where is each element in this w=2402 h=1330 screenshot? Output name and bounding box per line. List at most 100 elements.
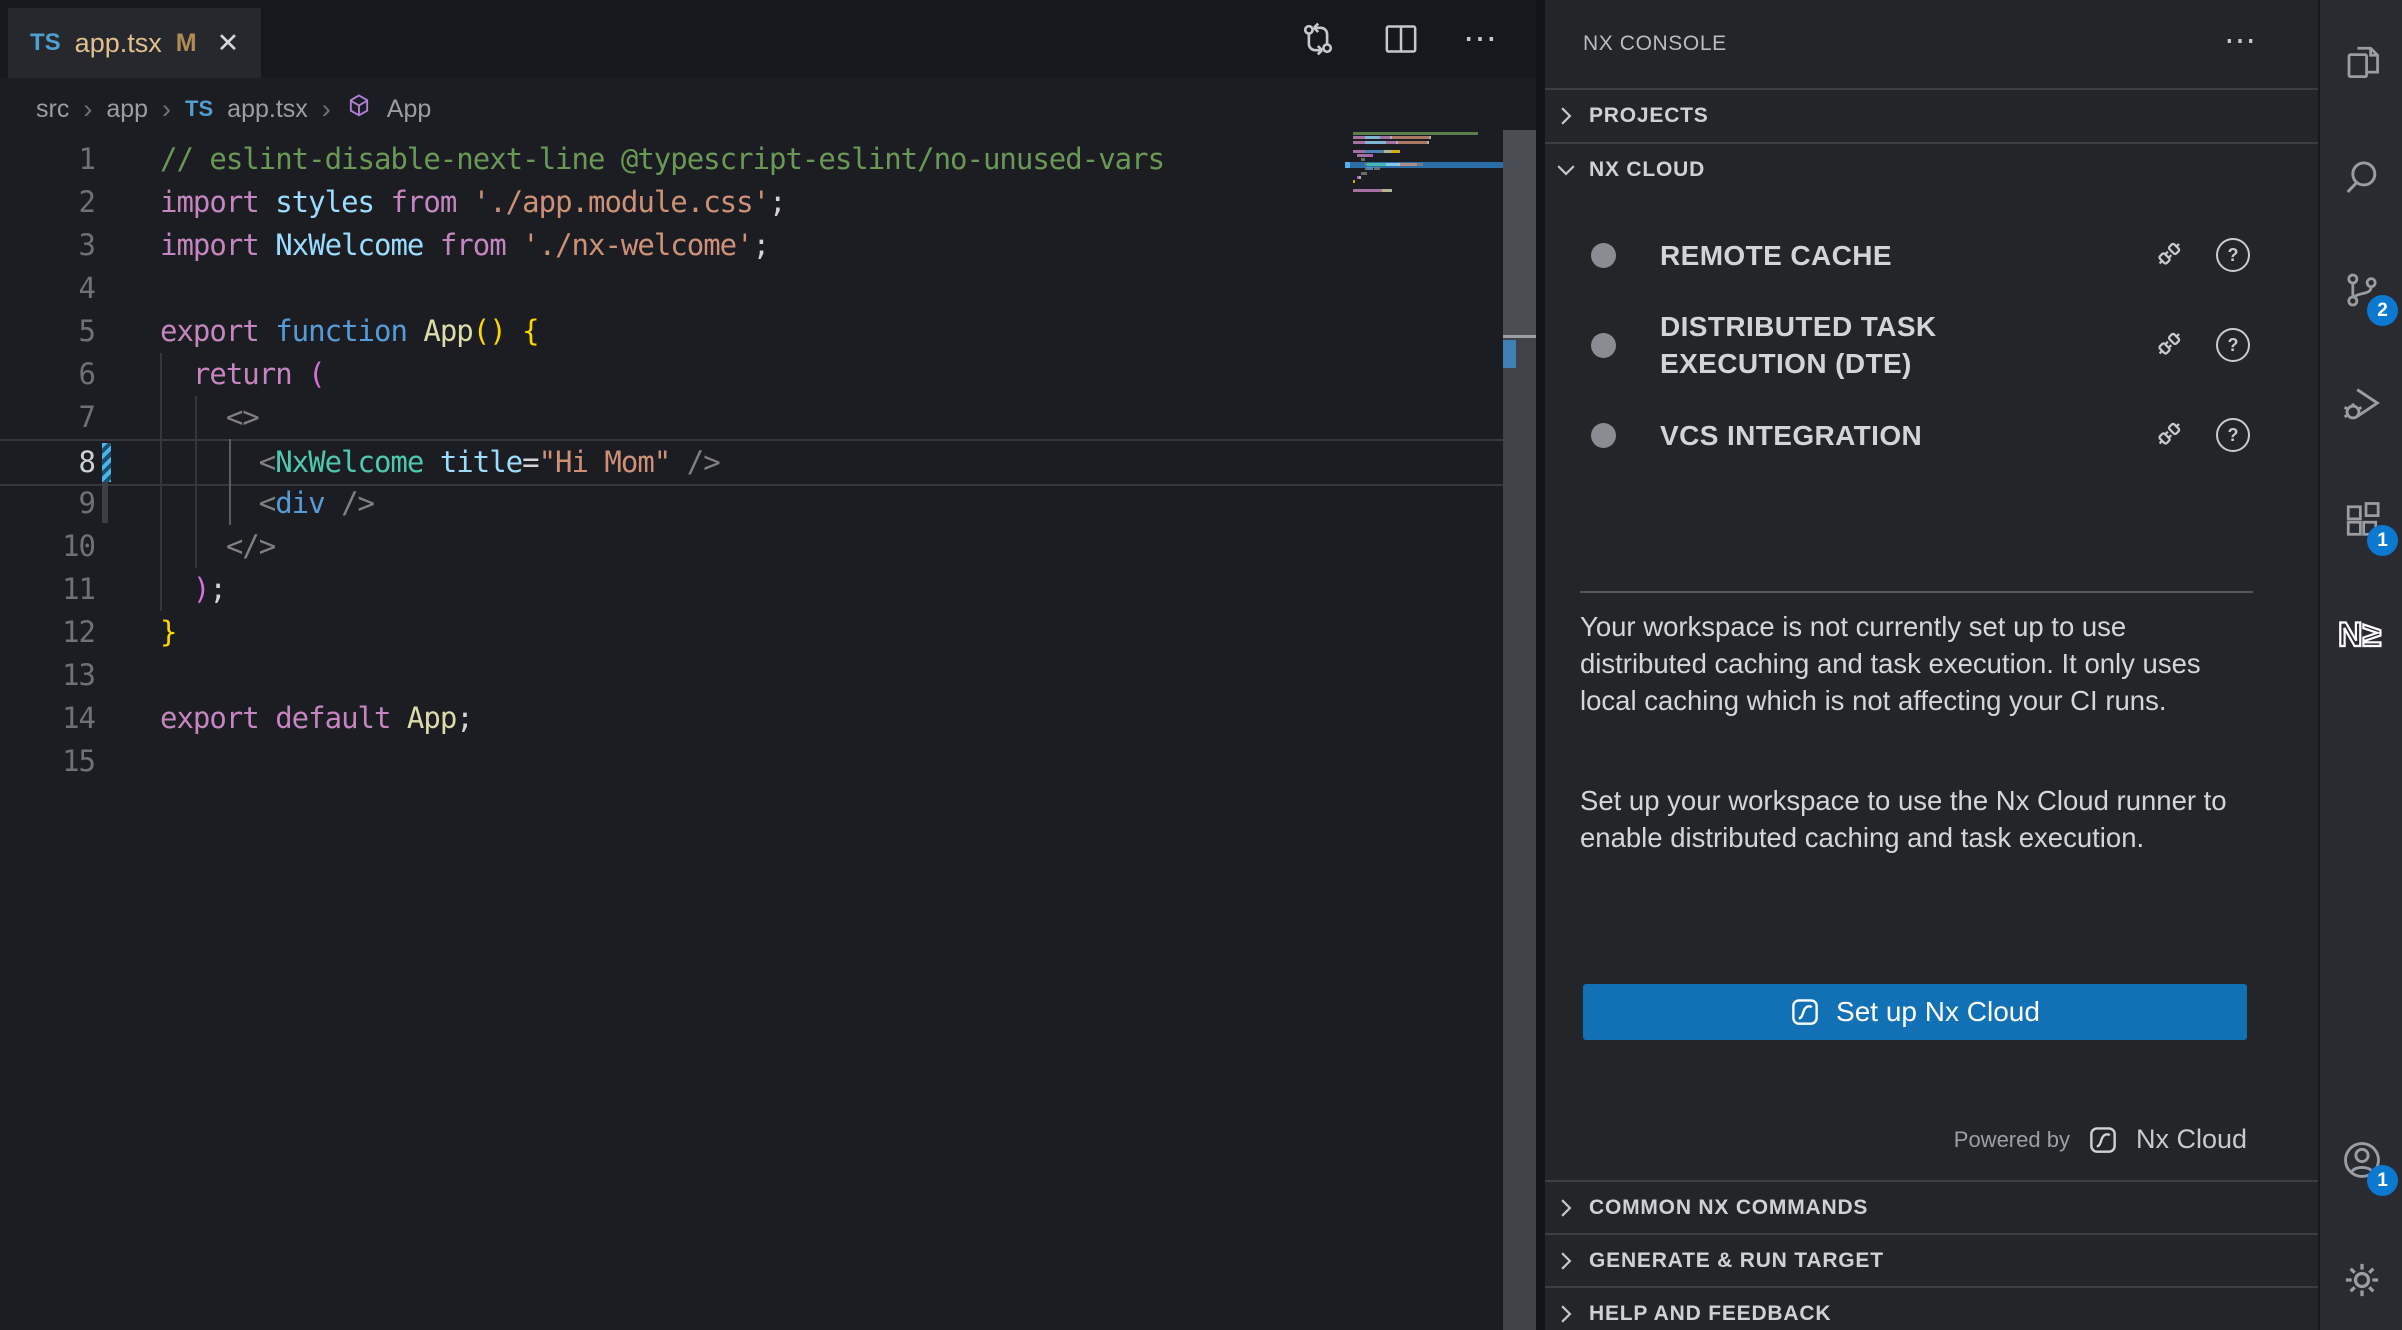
- code-line-14[interactable]: 14export default App;: [0, 697, 1503, 740]
- help-icon[interactable]: ?: [2216, 328, 2250, 362]
- scm-badge: 2: [2367, 295, 2398, 326]
- code-line-4[interactable]: 4: [0, 267, 1503, 310]
- section-projects[interactable]: PROJECTS: [1545, 90, 2318, 142]
- brand-label: Nx Cloud: [2136, 1124, 2247, 1155]
- typescript-icon: TS: [185, 96, 213, 122]
- breadcrumb-src[interactable]: src: [36, 95, 69, 124]
- setup-instruction-text: Set up your workspace to use the Nx Clou…: [1580, 782, 2255, 856]
- connect-plug-icon[interactable]: [2152, 415, 2188, 456]
- chevron-right-icon: [1553, 1195, 1579, 1221]
- breadcrumb-symbol[interactable]: App: [387, 95, 431, 124]
- overview-ruler-modified-marker: [1503, 340, 1516, 368]
- code-line-9[interactable]: 9 <div />: [0, 482, 1503, 525]
- panel-header: NX CONSOLE ⋯: [1545, 0, 2318, 88]
- gutter-modified-indicator: [102, 443, 111, 482]
- feature-label: DISTRIBUTED TASK EXECUTION (DTE): [1660, 308, 2000, 382]
- modified-badge: M: [176, 29, 197, 58]
- source-control-icon[interactable]: 2: [2334, 262, 2390, 318]
- section-label: HELP AND FEEDBACK: [1589, 1302, 1831, 1326]
- code-line-3[interactable]: 3import NxWelcome from './nx-welcome';: [0, 224, 1503, 267]
- editor-panel-sash[interactable]: [1536, 0, 1545, 1330]
- chevron-right-icon: [1553, 1301, 1579, 1327]
- extensions-icon[interactable]: 1: [2334, 492, 2390, 548]
- status-dot-icon: [1591, 243, 1616, 268]
- indent-guide-active: [229, 439, 231, 525]
- code-line-11[interactable]: 11 );: [0, 568, 1503, 611]
- more-actions-icon[interactable]: ⋯: [2224, 24, 2258, 56]
- workspace-status-text: Your workspace is not currently set up t…: [1580, 608, 2255, 719]
- editor-scrollbar[interactable]: [1503, 130, 1536, 1330]
- nx-console-icon[interactable]: N≥: [2334, 606, 2390, 662]
- chevron-right-icon: [1553, 1248, 1579, 1274]
- search-icon[interactable]: [2334, 150, 2390, 206]
- breadcrumb-file[interactable]: app.tsx: [227, 95, 308, 124]
- powered-by-label: Powered by: [1954, 1127, 2070, 1153]
- code-line-13[interactable]: 13: [0, 654, 1503, 697]
- code-line-15[interactable]: 15: [0, 740, 1503, 783]
- status-dot-icon: [1591, 333, 1616, 358]
- editor-group: TS app.tsx M ✕ ⋯: [0, 0, 1536, 1330]
- code-line-12[interactable]: 12}: [0, 611, 1503, 654]
- section-label: PROJECTS: [1589, 104, 1709, 128]
- section-nx-cloud[interactable]: NX CLOUD: [1545, 144, 2318, 196]
- code-line-1[interactable]: 1// eslint-disable-next-line @typescript…: [0, 138, 1503, 181]
- close-icon[interactable]: ✕: [217, 28, 240, 59]
- feature-label: REMOTE CACHE: [1660, 237, 2000, 274]
- section-label: COMMON NX COMMANDS: [1589, 1196, 1868, 1220]
- accordion-section[interactable]: GENERATE & RUN TARGET: [1545, 1235, 2318, 1287]
- code-line-6[interactable]: 6 return (: [0, 353, 1503, 396]
- nx-cloud-feature-row: VCS INTEGRATION ?: [1583, 408, 2280, 462]
- more-actions-icon[interactable]: ⋯: [1463, 22, 1500, 56]
- code-line-7[interactable]: 7 <>: [0, 396, 1503, 439]
- panel-title: NX CONSOLE: [1583, 32, 1727, 56]
- typescript-icon: TS: [30, 29, 61, 57]
- code-line-5[interactable]: 5export function App() {: [0, 310, 1503, 353]
- vscode-window: TS app.tsx M ✕ ⋯: [0, 0, 2402, 1330]
- breadcrumb-app[interactable]: app: [106, 95, 148, 124]
- code-line-10[interactable]: 10 </>: [0, 525, 1503, 568]
- split-editor-icon[interactable]: [1381, 19, 1421, 59]
- help-icon[interactable]: ?: [2216, 238, 2250, 272]
- connect-plug-icon[interactable]: [2152, 325, 2188, 366]
- feature-label: VCS INTEGRATION: [1660, 417, 2000, 454]
- tab-filename: app.tsx: [75, 28, 162, 59]
- accordion-section[interactable]: COMMON NX COMMANDS: [1545, 1182, 2318, 1234]
- section-label: NX CLOUD: [1589, 158, 1705, 182]
- chevron-right-icon: ›: [162, 94, 171, 125]
- indent-guide: [160, 353, 162, 611]
- chevron-right-icon: [1553, 103, 1579, 129]
- run-debug-icon[interactable]: [2334, 376, 2390, 432]
- nx-console-panel: NX CONSOLE ⋯ PROJECTS NX CLOUD REMOTE CA…: [1545, 0, 2318, 1330]
- code-line-2[interactable]: 2import styles from './app.module.css';: [0, 181, 1503, 224]
- powered-by: Powered by Nx Cloud: [1954, 1124, 2247, 1155]
- chevron-right-icon: ›: [83, 94, 92, 125]
- open-changes-icon[interactable]: [1297, 18, 1339, 60]
- status-dot-icon: [1591, 423, 1616, 448]
- minimap[interactable]: [1345, 132, 1503, 222]
- nx-cloud-icon: [1790, 997, 1820, 1027]
- extensions-badge: 1: [2367, 525, 2398, 556]
- activity-bar: 2 1 N≥ 1: [2318, 0, 2402, 1330]
- nx-cloud-feature-row: DISTRIBUTED TASK EXECUTION (DTE) ?: [1583, 300, 2280, 390]
- svg-text:N≥: N≥: [2338, 616, 2381, 654]
- nx-cloud-feature-row: REMOTE CACHE ?: [1583, 228, 2280, 282]
- chevron-right-icon: ›: [322, 94, 331, 125]
- code-line-8[interactable]: 8 <NxWelcome title="Hi Mom" />: [0, 439, 1503, 486]
- button-label: Set up Nx Cloud: [1836, 996, 2040, 1028]
- connect-plug-icon[interactable]: [2152, 235, 2188, 276]
- explorer-icon[interactable]: [2334, 34, 2390, 90]
- scrollbar-thumb[interactable]: [1503, 130, 1536, 335]
- symbol-class-icon: [345, 92, 373, 127]
- accordion-section[interactable]: HELP AND FEEDBACK: [1545, 1288, 2318, 1330]
- setup-nx-cloud-button[interactable]: Set up Nx Cloud: [1583, 984, 2247, 1040]
- help-icon[interactable]: ?: [2216, 418, 2250, 452]
- settings-gear-icon[interactable]: [2334, 1252, 2390, 1308]
- accounts-badge: 1: [2367, 1165, 2398, 1196]
- tab-app-tsx[interactable]: TS app.tsx M ✕: [8, 8, 261, 78]
- tab-strip: TS app.tsx M ✕ ⋯: [0, 0, 1536, 78]
- accounts-icon[interactable]: 1: [2334, 1132, 2390, 1188]
- section-label: GENERATE & RUN TARGET: [1589, 1249, 1884, 1273]
- breadcrumb[interactable]: src › app › TS app.tsx › App: [36, 88, 431, 130]
- editor-actions: ⋯: [1297, 0, 1500, 78]
- chevron-down-icon: [1553, 157, 1579, 183]
